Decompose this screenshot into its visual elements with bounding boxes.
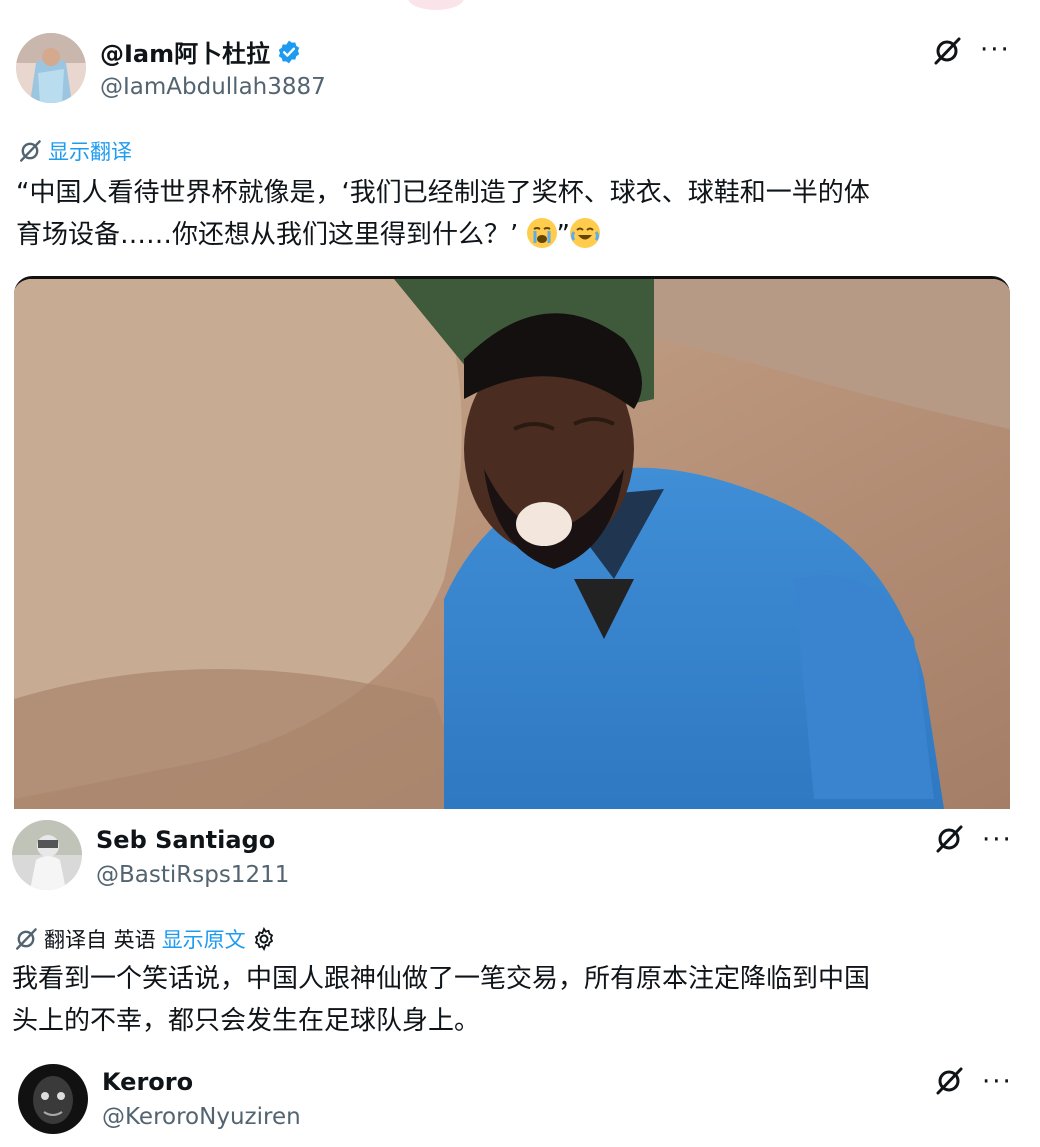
display-name[interactable]: Keroro	[102, 1068, 193, 1096]
loudly-crying-face-icon	[526, 218, 557, 248]
translate-row: 翻译自 英语 显示原文	[14, 924, 276, 954]
post-text-line: “中国人看待世界杯就像是，‘我们已经制造了奖杯、球衣、球鞋和一半的体	[16, 178, 870, 208]
handle[interactable]: @KeroroNyuziren	[102, 1104, 301, 1130]
display-name[interactable]: @Iam阿卜杜拉	[100, 34, 302, 69]
show-translation-link[interactable]: 显示翻译	[48, 136, 132, 166]
avatar[interactable]	[18, 1064, 88, 1134]
grok-icon[interactable]	[932, 36, 962, 66]
more-icon[interactable]: ···	[982, 1069, 1013, 1095]
post-text: “中国人看待世界杯就像是，‘我们已经制造了奖杯、球衣、球鞋和一半的体 育场设备……	[16, 172, 1026, 256]
post-text-line: 育场设备……你还想从我们这里得到什么？’ ”	[16, 214, 1026, 256]
show-original-link[interactable]: 显示原文	[162, 924, 246, 954]
grok-icon	[20, 140, 41, 162]
translated-from-label: 翻译自 英语	[44, 928, 156, 952]
grok-icon[interactable]	[934, 824, 964, 854]
avatar[interactable]	[16, 33, 86, 103]
handle[interactable]: @BastiRsps1211	[96, 862, 289, 888]
avatar[interactable]	[12, 820, 82, 890]
grok-icon	[16, 928, 37, 950]
grok-icon[interactable]	[934, 1066, 964, 1096]
handle[interactable]: @IamAbdullah3887	[100, 74, 326, 100]
post-text-line: 头上的不幸，都只会发生在足球队身上。	[12, 1006, 481, 1036]
post-image[interactable]	[14, 276, 1010, 809]
display-name[interactable]: Seb Santiago	[96, 826, 275, 854]
post-text: 我看到一个笑话说，中国人跟神仙做了一笔交易，所有原本注定降临到中国 头上的不幸，…	[12, 958, 1027, 1042]
verified-badge-icon	[278, 40, 300, 63]
top-decoration	[408, 0, 464, 10]
translate-row: 显示翻译	[18, 136, 132, 166]
more-icon[interactable]: ···	[980, 37, 1011, 63]
face-with-tears-of-joy-icon	[570, 218, 601, 248]
crying-man-photo	[14, 279, 1010, 809]
more-icon[interactable]: ···	[982, 827, 1013, 853]
post-text-line: 我看到一个笑话说，中国人跟神仙做了一笔交易，所有原本注定降临到中国	[12, 964, 871, 994]
gear-icon[interactable]	[252, 927, 276, 951]
